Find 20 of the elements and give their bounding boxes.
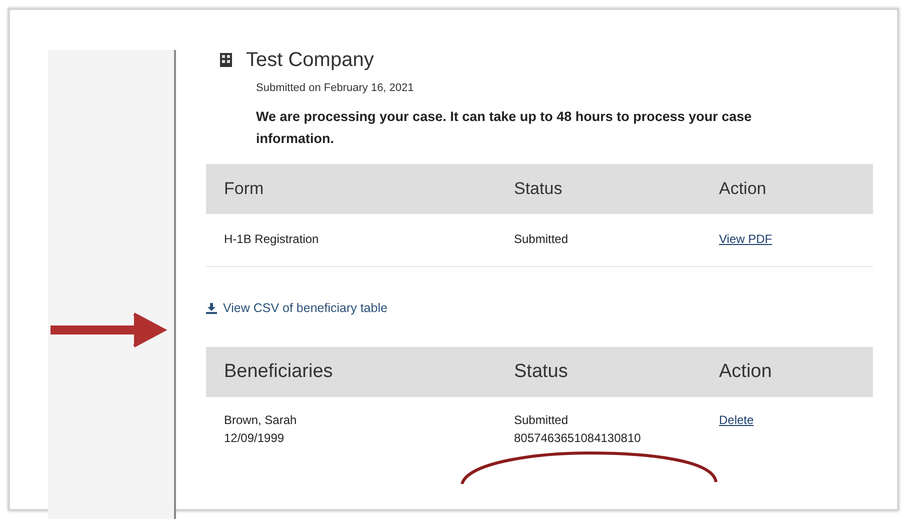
- column-header: Form: [224, 179, 265, 199]
- company-name: Test Company: [246, 50, 374, 72]
- confirmation-number: 8057463651084130810: [514, 430, 642, 446]
- building-icon: [220, 53, 232, 67]
- processing-message: We are processing your case. It can take up to 48 hours to process your case information.: [256, 108, 753, 148]
- column-header: Status: [514, 179, 564, 199]
- view-pdf-link[interactable]: View PDF: [719, 232, 772, 246]
- beneficiary-name: Brown, Sarah: [224, 412, 298, 428]
- column-header: Action: [719, 360, 773, 382]
- delete-link[interactable]: Delete: [719, 412, 754, 426]
- column-header: Beneficiaries: [224, 360, 334, 382]
- birth-date: 12/09/1999: [224, 430, 286, 446]
- form-name: H-1B Registration: [224, 231, 320, 248]
- csv-link[interactable]: View CSV of beneficiary table: [206, 301, 388, 315]
- download-icon: [206, 302, 217, 314]
- form-status: Submitted: [514, 231, 570, 248]
- submitted-date: Submitted on February 16, 2021: [256, 82, 415, 94]
- beneficiary-status: Submitted: [514, 412, 570, 428]
- column-header: Action: [719, 179, 768, 199]
- column-header: Status: [514, 360, 569, 382]
